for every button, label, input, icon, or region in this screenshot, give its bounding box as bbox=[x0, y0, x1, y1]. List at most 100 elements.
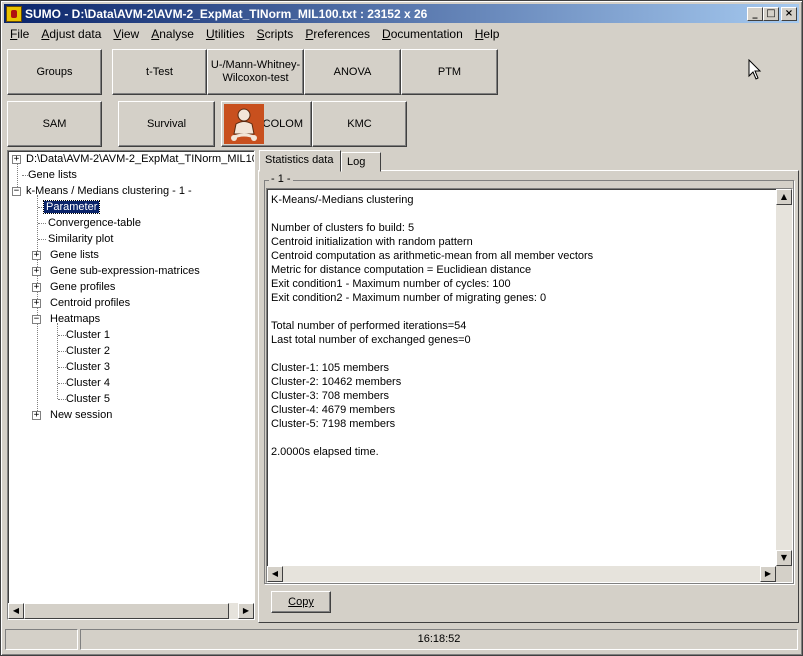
menu-documentation[interactable]: Documentation bbox=[376, 27, 469, 41]
menu-label-rest: elp bbox=[483, 27, 500, 41]
colom-button[interactable]: COLOM bbox=[221, 101, 312, 147]
tree-root-node[interactable]: D:\Data\AVM-2\AVM-2_ExpMat_TINorm_MIL100… bbox=[24, 151, 254, 167]
session-tree[interactable]: + D:\Data\AVM-2\AVM-2_ExpMat_TINorm_MIL1… bbox=[7, 150, 255, 620]
collapse-session-toggle[interactable]: − bbox=[12, 187, 21, 196]
mann-whitney-button[interactable]: U-/Mann-Whitney- Wilcoxon-test bbox=[207, 49, 304, 95]
tree-centroid-profiles[interactable]: Centroid profiles bbox=[48, 295, 132, 311]
session-label: k-Means / Medians clustering - 1 - bbox=[26, 185, 192, 197]
minimize-button[interactable]: _ bbox=[747, 6, 763, 21]
scroll-left-icon[interactable]: ◀ bbox=[267, 566, 283, 582]
mann-whitney-label: U-/Mann-Whitney- Wilcoxon-test bbox=[210, 59, 301, 84]
anova-label: ANOVA bbox=[333, 65, 372, 78]
statistics-line: Exit condition1 - Maximum number of cycl… bbox=[271, 278, 511, 290]
tab-log[interactable]: Log bbox=[341, 152, 381, 172]
scroll-right-icon[interactable]: ▶ bbox=[760, 566, 776, 582]
tree-horizontal-scrollbar[interactable]: ◀ ▶ bbox=[8, 603, 254, 619]
ptm-label: PTM bbox=[437, 65, 462, 78]
statistics-line: Cluster-5: 7198 members bbox=[271, 418, 396, 430]
statistics-line: Last total number of exchanged genes=0 bbox=[271, 334, 471, 346]
menu-label-rest: nalyse bbox=[159, 27, 194, 41]
tab-statistics-data[interactable]: Statistics data bbox=[259, 150, 341, 172]
anova-button[interactable]: ANOVA bbox=[304, 49, 401, 95]
text-vertical-scrollbar[interactable]: ▲ ▼ bbox=[776, 189, 792, 566]
centroid-profiles-label: Centroid profiles bbox=[50, 297, 131, 309]
expand-new-session-toggle[interactable]: + bbox=[32, 411, 41, 420]
statistics-line: Total number of performed iterations=54 bbox=[271, 320, 467, 332]
scroll-right-icon[interactable]: ▶ bbox=[238, 603, 254, 619]
scroll-down-icon[interactable]: ▼ bbox=[776, 550, 792, 566]
convergence-label: Convergence-table bbox=[48, 217, 141, 229]
sub-matrices-label: Gene sub-expression-matrices bbox=[50, 265, 200, 277]
groups-button[interactable]: Groups bbox=[7, 49, 102, 95]
expand-gene-profiles-toggle[interactable]: + bbox=[32, 283, 41, 292]
collapse-heatmaps-toggle[interactable]: − bbox=[32, 315, 41, 324]
tree-cluster-5[interactable]: Cluster 5 bbox=[64, 391, 112, 407]
tree-parameter[interactable]: Parameter bbox=[42, 199, 101, 215]
statistics-text-area[interactable]: ▲ ▼ ◀ ▶ K-Means/-Medians clustering Numbe… bbox=[266, 188, 793, 583]
menu-mnemonic: D bbox=[382, 27, 391, 41]
survival-button[interactable]: Survival bbox=[118, 101, 215, 147]
colom-label: COLOM bbox=[262, 117, 303, 130]
copy-button[interactable]: Copy bbox=[271, 591, 331, 613]
cluster-3-label: Cluster 3 bbox=[66, 361, 111, 373]
expand-root-toggle[interactable]: + bbox=[12, 155, 21, 164]
maximize-button[interactable]: □ bbox=[763, 6, 779, 21]
mouse-cursor-icon bbox=[748, 59, 762, 80]
survival-label: Survival bbox=[146, 117, 187, 130]
gene-lists-label: Gene lists bbox=[28, 169, 77, 181]
menu-scripts[interactable]: Scripts bbox=[251, 27, 300, 41]
tree-gene-lists[interactable]: Gene lists bbox=[26, 167, 79, 183]
statistics-line: Centroid initialization with random patt… bbox=[271, 236, 473, 248]
tree-similarity-plot[interactable]: Similarity plot bbox=[46, 231, 115, 247]
menu-file[interactable]: File bbox=[4, 27, 35, 41]
statistics-line: K-Means/-Medians clustering bbox=[271, 194, 414, 206]
menu-utilities[interactable]: Utilities bbox=[200, 27, 251, 41]
tree-sub-gene-lists[interactable]: Gene lists bbox=[48, 247, 101, 263]
group-label: - 1 - bbox=[269, 173, 293, 185]
menu-view[interactable]: View bbox=[107, 27, 145, 41]
tree-new-session[interactable]: New session bbox=[48, 407, 114, 423]
tree-gene-profiles[interactable]: Gene profiles bbox=[48, 279, 117, 295]
scroll-left-icon[interactable]: ◀ bbox=[8, 603, 24, 619]
close-button[interactable]: × bbox=[781, 6, 797, 21]
t-test-button[interactable]: t-Test bbox=[112, 49, 207, 95]
expand-centroid-profiles-toggle[interactable]: + bbox=[32, 299, 41, 308]
statistics-line: Cluster-3: 708 members bbox=[271, 390, 389, 402]
menu-label-rest: iew bbox=[121, 27, 140, 41]
tree-cluster-3[interactable]: Cluster 3 bbox=[64, 359, 112, 375]
statistics-tab-label: Statistics data bbox=[265, 154, 334, 166]
tree-scroll-thumb[interactable] bbox=[24, 603, 229, 619]
tree-heatmaps[interactable]: Heatmaps bbox=[48, 311, 102, 327]
cluster-2-label: Cluster 2 bbox=[66, 345, 111, 357]
sam-label: SAM bbox=[42, 117, 67, 130]
tree-cluster-2[interactable]: Cluster 2 bbox=[64, 343, 112, 359]
tree-connector bbox=[38, 223, 46, 224]
statistics-line: Exit condition2 - Maximum number of migr… bbox=[271, 292, 547, 304]
tree-cluster-4[interactable]: Cluster 4 bbox=[64, 375, 112, 391]
t-test-label: t-Test bbox=[146, 65, 173, 78]
statistics-line: Number of clusters fo build: 5 bbox=[271, 222, 415, 234]
text-horizontal-scrollbar[interactable]: ◀ ▶ bbox=[267, 566, 776, 582]
tree-session-node[interactable]: k-Means / Medians clustering - 1 - bbox=[24, 183, 194, 199]
heatmaps-label: Heatmaps bbox=[50, 313, 101, 325]
menu-label-rest: ocumentation bbox=[390, 27, 463, 41]
title-bar[interactable]: SUMO - D:\Data\AVM-2\AVM-2_ExpMat_TINorm… bbox=[4, 4, 799, 23]
sub-gene-lists-label: Gene lists bbox=[50, 249, 99, 261]
status-left bbox=[5, 629, 78, 650]
menu-adjust-data[interactable]: Adjust data bbox=[35, 27, 107, 41]
ptm-button[interactable]: PTM bbox=[401, 49, 498, 95]
menu-help[interactable]: Help bbox=[469, 27, 506, 41]
tree-cluster-1[interactable]: Cluster 1 bbox=[64, 327, 112, 343]
tree-convergence-table[interactable]: Convergence-table bbox=[46, 215, 143, 231]
tree-connector bbox=[38, 239, 46, 240]
menu-preferences[interactable]: Preferences bbox=[299, 27, 376, 41]
menu-analyse[interactable]: Analyse bbox=[145, 27, 200, 41]
menu-mnemonic: S bbox=[256, 27, 265, 41]
expand-gene-lists-toggle[interactable]: + bbox=[32, 251, 41, 260]
groups-label: Groups bbox=[36, 65, 73, 78]
expand-matrices-toggle[interactable]: + bbox=[32, 267, 41, 276]
scroll-up-icon[interactable]: ▲ bbox=[776, 189, 792, 205]
sam-button[interactable]: SAM bbox=[7, 101, 102, 147]
tree-sub-matrices[interactable]: Gene sub-expression-matrices bbox=[48, 263, 202, 279]
kmc-button[interactable]: KMC bbox=[312, 101, 407, 147]
